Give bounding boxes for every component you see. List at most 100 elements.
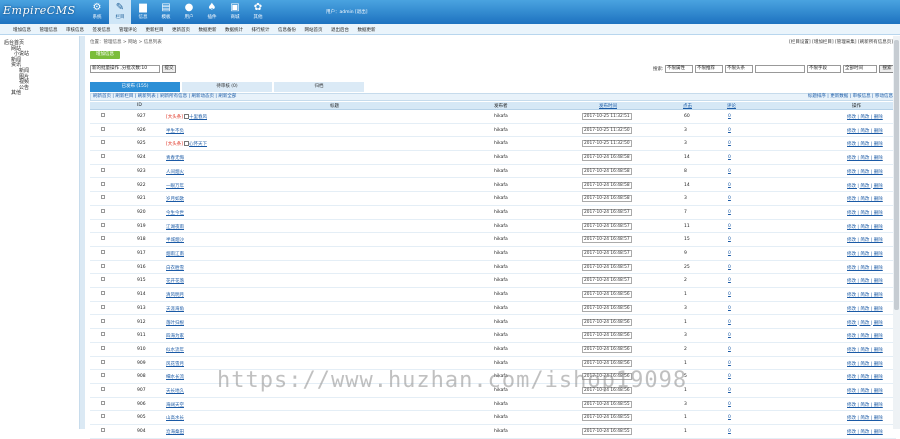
batch-select[interactable]: 新的批量操作 ,分批次数:10 <box>90 65 160 73</box>
row-title[interactable]: 烟雨江南 <box>166 252 184 257</box>
row-ops[interactable]: 修改 | 简改 | 删除 <box>847 210 883 216</box>
row-time[interactable]: 2017-10-24 16:48:56 <box>582 345 632 353</box>
row-ops[interactable]: 修改 | 简改 | 删除 <box>847 196 883 202</box>
tab-published[interactable]: 已发布 (155) <box>90 82 180 92</box>
row-title[interactable]: 四海为家 <box>166 334 184 339</box>
row-time[interactable]: 2017-10-24 16:48:57 <box>582 236 632 244</box>
row-title[interactable]: 白衣胜雪 <box>166 266 184 271</box>
row-ops[interactable]: 修改 | 简改 | 删除 <box>847 333 883 339</box>
subnav-item[interactable]: 排行统计 <box>252 27 270 33</box>
row-comments[interactable]: 0 <box>728 224 731 229</box>
row-checkbox[interactable] <box>101 195 105 200</box>
row-ops[interactable]: 修改 | 简改 | 删除 <box>847 155 883 161</box>
row-checkbox[interactable] <box>101 113 105 117</box>
row-checkbox[interactable] <box>101 359 105 364</box>
subnav-item[interactable]: 管理评论 <box>119 27 137 33</box>
row-title[interactable]: 天涯海角 <box>166 307 184 312</box>
row-title[interactable]: 海阔天空 <box>166 403 184 408</box>
row-title[interactable]: 人间烟火 <box>166 170 184 175</box>
row-comments[interactable]: 0 <box>728 251 731 256</box>
row-comments[interactable]: 0 <box>728 183 731 188</box>
row-comments[interactable]: 0 <box>728 333 731 338</box>
row-checkbox[interactable] <box>101 167 105 172</box>
row-time[interactable]: 2017-10-24 16:48:56 <box>582 304 632 312</box>
row-title[interactable]: 细水长流 <box>166 375 184 380</box>
column-links[interactable]: [栏目设置] [增加栏目] [管理采集] [刷新所有信息页] <box>789 39 893 45</box>
tab-pending[interactable]: 待审核 (0) <box>182 82 272 92</box>
row-title[interactable]: 一眼万年 <box>166 184 184 189</box>
row-time[interactable]: 2017-10-24 16:48:58 <box>582 167 632 175</box>
row-ops[interactable]: 修改 | 简改 | 删除 <box>847 265 883 271</box>
subnav-item[interactable]: 更新栏目 <box>146 27 164 33</box>
row-checkbox[interactable] <box>101 250 105 254</box>
topnav-7[interactable]: ✿ 其他 <box>247 0 269 24</box>
row-checkbox[interactable] <box>101 277 105 282</box>
row-comments[interactable]: 0 <box>728 374 731 379</box>
row-time[interactable]: 2017-10-24 16:48:58 <box>582 154 632 162</box>
row-comments[interactable]: 0 <box>728 429 731 434</box>
col-time[interactable]: 发布时间 <box>599 103 617 109</box>
tree-item[interactable]: 其他 <box>11 89 21 96</box>
headline-select[interactable]: 不限头条 <box>725 65 753 73</box>
row-ops[interactable]: 修改 | 简改 | 删除 <box>847 278 883 284</box>
topnav-5[interactable]: ♠ 插件 <box>201 0 223 24</box>
row-checkbox[interactable] <box>101 304 105 309</box>
subnav-item[interactable]: 数据更新 <box>199 27 217 33</box>
row-comments[interactable]: 0 <box>728 292 731 297</box>
row-title[interactable]: 清风明月 <box>166 293 184 298</box>
row-ops[interactable]: 修改 | 简改 | 删除 <box>847 402 883 408</box>
subnav-item[interactable]: 数据更新 <box>358 27 376 33</box>
row-time[interactable]: 2017-10-24 16:48:57 <box>582 277 632 285</box>
row-time[interactable]: 2017-10-24 16:48:57 <box>582 263 632 271</box>
add-info-button[interactable]: 增加信息 <box>90 51 120 59</box>
row-checkbox[interactable] <box>101 154 105 159</box>
row-checkbox[interactable] <box>101 345 105 350</box>
row-title[interactable]: 天长地久 <box>166 389 184 394</box>
row-ops[interactable]: 修改 | 简改 | 删除 <box>847 388 883 394</box>
row-time[interactable]: 2017-10-24 16:48:56 <box>582 318 632 326</box>
row-title[interactable]: 风花雪月 <box>166 362 184 367</box>
row-title[interactable]: 今生今世 <box>166 211 184 216</box>
row-checkbox[interactable] <box>101 332 105 337</box>
row-time[interactable]: 2017-10-25 11:32:50 <box>582 126 632 134</box>
row-title[interactable]: 心怀天下 <box>189 142 207 147</box>
submit-button[interactable]: 提交 <box>162 65 176 73</box>
tab-archive[interactable]: 归档 <box>274 82 364 92</box>
row-comments[interactable]: 0 <box>728 320 731 325</box>
subnav-item[interactable]: 信息备份 <box>278 27 296 33</box>
row-title[interactable]: 半城烟沙 <box>166 238 184 243</box>
row-time[interactable]: 2017-10-24 16:48:55 <box>582 428 632 436</box>
row-checkbox[interactable] <box>101 126 105 131</box>
topnav-3[interactable]: ▤ 模板 <box>155 0 177 24</box>
subnav-item[interactable]: 网站首页 <box>305 27 323 33</box>
row-comments[interactable]: 0 <box>728 265 731 270</box>
subnav-item[interactable]: 审核信息 <box>66 27 84 33</box>
row-ops[interactable]: 修改 | 简改 | 删除 <box>847 292 883 298</box>
sidebar-splitter[interactable] <box>80 36 85 429</box>
row-comments[interactable]: 0 <box>728 415 731 420</box>
row-title[interactable]: 山高水长 <box>166 416 184 421</box>
row-ops[interactable]: 修改 | 简改 | 删除 <box>847 320 883 326</box>
row-comments[interactable]: 0 <box>728 278 731 283</box>
time-select[interactable]: 全部时间 <box>843 65 877 73</box>
subnav-item[interactable]: 管理信息 <box>40 27 58 33</box>
row-ops[interactable]: 修改 | 简改 | 删除 <box>847 237 883 243</box>
topnav-2[interactable]: ▆ 信息 <box>132 0 154 24</box>
row-time[interactable]: 2017-10-24 16:48:55 <box>582 414 632 422</box>
scrollbar-thumb[interactable] <box>894 40 899 310</box>
row-title[interactable]: 花开花落 <box>166 279 184 284</box>
refresh-links[interactable]: 刷新首页 | 刷新栏目 | 刷新列表 | 刷新所有信息 | 刷新动态页 | 刷新… <box>93 94 236 100</box>
row-comments[interactable]: 0 <box>728 237 731 242</box>
row-checkbox[interactable] <box>101 140 105 145</box>
row-ops[interactable]: 修改 | 简改 | 删除 <box>847 374 883 380</box>
row-checkbox[interactable] <box>101 236 105 241</box>
row-title[interactable]: 似水流年 <box>166 348 184 353</box>
row-ops[interactable]: 修改 | 简改 | 删除 <box>847 183 883 189</box>
row-comments[interactable]: 0 <box>728 114 731 119</box>
row-time[interactable]: 2017-10-24 16:48:57 <box>582 208 632 216</box>
manage-links[interactable]: 标题排序 | 更新数据 | 审核信息 | 移动信息 <box>808 94 893 100</box>
recommend-select[interactable]: 不限推荐 <box>695 65 723 73</box>
row-time[interactable]: 2017-10-24 16:48:56 <box>582 332 632 340</box>
row-time[interactable]: 2017-10-24 16:48:58 <box>582 195 632 203</box>
row-time[interactable]: 2017-10-24 16:48:58 <box>582 181 632 189</box>
